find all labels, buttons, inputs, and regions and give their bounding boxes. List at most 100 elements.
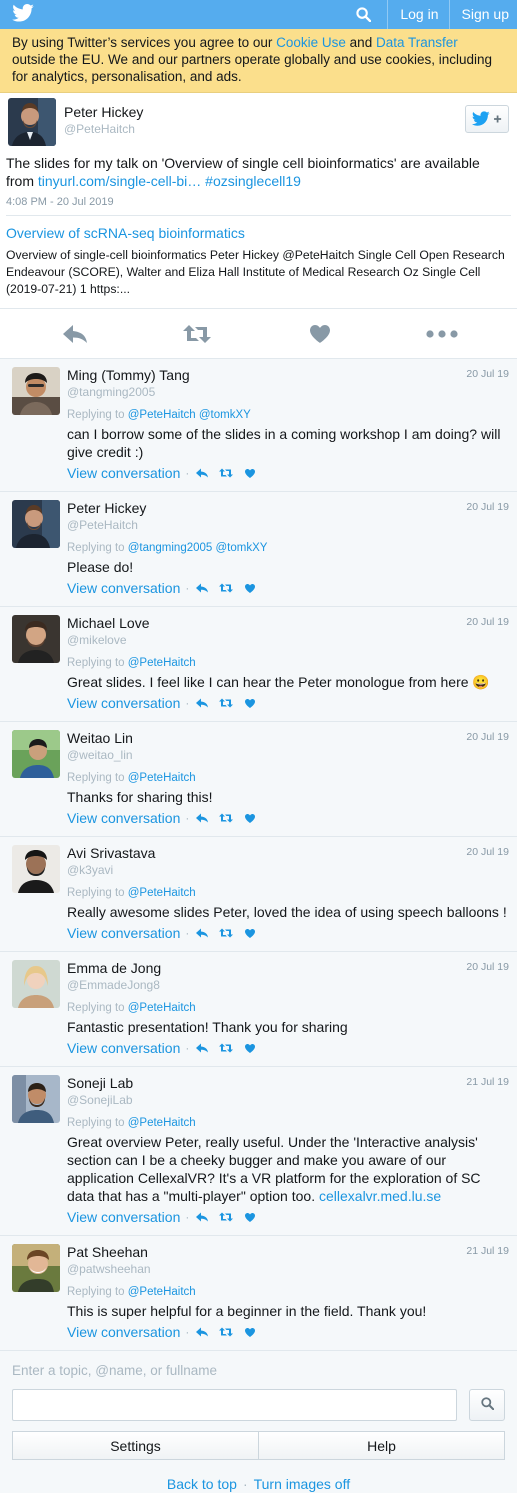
search-input[interactable] — [12, 1389, 457, 1421]
replying-to-link[interactable]: @PeteHaitch — [128, 1117, 196, 1129]
reply-icon[interactable] — [194, 581, 210, 595]
avatar[interactable] — [12, 615, 60, 663]
reply-tweet[interactable]: Weitao Lin @weitao_lin Replying to @Pete… — [0, 722, 517, 837]
avatar[interactable] — [12, 730, 60, 778]
reply-author-handle[interactable]: @mikelove — [67, 632, 509, 648]
like-icon[interactable] — [242, 926, 258, 940]
reply-author-name[interactable]: Pat Sheehan — [67, 1244, 509, 1261]
view-conversation-link[interactable]: View conversation — [67, 465, 180, 481]
replying-to-link[interactable]: @PeteHaitch — [128, 1002, 196, 1014]
view-conversation-link[interactable]: View conversation — [67, 1209, 180, 1225]
settings-button[interactable]: Settings — [12, 1431, 259, 1460]
retweet-icon[interactable] — [177, 319, 217, 349]
avatar[interactable] — [8, 98, 56, 146]
view-conversation-link[interactable]: View conversation — [67, 1324, 180, 1340]
replying-to-link[interactable]: @PeteHaitch @tomkXY — [128, 409, 251, 421]
divider — [448, 0, 450, 29]
retweet-icon[interactable] — [218, 1325, 234, 1339]
reply-author-handle[interactable]: @k3yavi — [67, 862, 509, 878]
reply-tweet[interactable]: Pat Sheehan @patwsheehan Replying to @Pe… — [0, 1236, 517, 1351]
reply-author-handle[interactable]: @EmmadeJong8 — [67, 977, 509, 993]
reply-tweet[interactable]: Soneji Lab @SonejiLab Replying to @PeteH… — [0, 1067, 517, 1236]
retweet-icon[interactable] — [218, 466, 234, 480]
avatar[interactable] — [12, 500, 60, 548]
avatar[interactable] — [12, 1075, 60, 1123]
reply-icon[interactable] — [55, 319, 95, 349]
view-conversation-link[interactable]: View conversation — [67, 810, 180, 826]
reply-author-name[interactable]: Peter Hickey — [67, 500, 509, 517]
view-conversation-link[interactable]: View conversation — [67, 580, 180, 596]
like-icon[interactable] — [242, 466, 258, 480]
like-icon[interactable] — [242, 696, 258, 710]
reply-author-name[interactable]: Weitao Lin — [67, 730, 509, 747]
reply-author-name[interactable]: Avi Srivastava — [67, 845, 509, 862]
twitter-bird-icon[interactable] — [12, 4, 34, 25]
reply-tweet[interactable]: Peter Hickey @PeteHaitch Replying to @ta… — [0, 492, 517, 607]
search-icon[interactable] — [349, 0, 377, 29]
card-title[interactable]: Overview of scRNA-seq bioinformatics — [6, 225, 511, 241]
avatar[interactable] — [12, 367, 60, 415]
reply-text-body: Please do! — [67, 559, 134, 575]
view-conversation-link[interactable]: View conversation — [67, 925, 180, 941]
reply-author-name[interactable]: Michael Love — [67, 615, 509, 632]
reply-tweet[interactable]: Emma de Jong @EmmadeJong8 Replying to @P… — [0, 952, 517, 1067]
reply-link[interactable]: cellexalvr.med.lu.se — [319, 1188, 441, 1204]
like-icon[interactable] — [242, 811, 258, 825]
like-icon[interactable] — [300, 319, 340, 349]
reply-tweet[interactable]: Avi Srivastava @k3yavi Replying to @Pete… — [0, 837, 517, 952]
reply-author-name[interactable]: Soneji Lab — [67, 1075, 509, 1092]
like-icon[interactable] — [242, 1210, 258, 1224]
back-to-top-link[interactable]: Back to top — [167, 1476, 237, 1492]
follow-button[interactable] — [465, 105, 509, 133]
reply-tweet[interactable]: Ming (Tommy) Tang @tangming2005 Replying… — [0, 359, 517, 492]
retweet-icon[interactable] — [218, 581, 234, 595]
author-handle[interactable]: @PeteHaitch — [64, 122, 465, 136]
more-icon[interactable] — [422, 319, 462, 349]
replying-to-link[interactable]: @PeteHaitch — [128, 772, 196, 784]
replying-to-link[interactable]: @PeteHaitch — [128, 1286, 196, 1298]
link-card[interactable]: Overview of scRNA-seq bioinformatics Ove… — [0, 216, 517, 308]
reply-tweet[interactable]: Michael Love @mikelove Replying to @Pete… — [0, 607, 517, 722]
retweet-icon[interactable] — [218, 811, 234, 825]
cookie-use-link[interactable]: Cookie Use — [276, 35, 346, 50]
replying-to-link[interactable]: @PeteHaitch — [128, 657, 196, 669]
hashtag-link[interactable]: #ozsinglecell19 — [205, 173, 301, 189]
like-icon[interactable] — [242, 581, 258, 595]
tweet-timestamp[interactable]: 4:08 PM - 20 Jul 2019 — [6, 190, 511, 216]
author-name[interactable]: Peter Hickey — [64, 104, 465, 120]
avatar[interactable] — [12, 845, 60, 893]
retweet-icon[interactable] — [218, 1041, 234, 1055]
reply-icon[interactable] — [194, 811, 210, 825]
retweet-icon[interactable] — [218, 1210, 234, 1224]
retweet-icon[interactable] — [218, 696, 234, 710]
avatar[interactable] — [12, 960, 60, 1008]
view-conversation-link[interactable]: View conversation — [67, 695, 180, 711]
reply-author-name[interactable]: Ming (Tommy) Tang — [67, 367, 509, 384]
turn-images-off-link[interactable]: Turn images off — [254, 1476, 351, 1492]
tweet-url-link[interactable]: tinyurl.com/single-cell-bi… — [38, 173, 201, 189]
data-transfer-link[interactable]: Data Transfer — [376, 35, 458, 50]
reply-icon[interactable] — [194, 1041, 210, 1055]
view-conversation-link[interactable]: View conversation — [67, 1040, 180, 1056]
help-button[interactable]: Help — [259, 1431, 505, 1460]
avatar[interactable] — [12, 1244, 60, 1292]
reply-icon[interactable] — [194, 466, 210, 480]
signup-link[interactable]: Sign up — [462, 0, 509, 29]
login-link[interactable]: Log in — [400, 0, 438, 29]
reply-author-handle[interactable]: @patwsheehan — [67, 1261, 509, 1277]
reply-icon[interactable] — [194, 1325, 210, 1339]
replying-to-link[interactable]: @PeteHaitch — [128, 887, 196, 899]
reply-author-handle[interactable]: @tangming2005 — [67, 384, 509, 400]
retweet-icon[interactable] — [218, 926, 234, 940]
search-button[interactable] — [469, 1389, 505, 1421]
reply-icon[interactable] — [194, 1210, 210, 1224]
replying-to-link[interactable]: @tangming2005 @tomkXY — [128, 542, 268, 554]
like-icon[interactable] — [242, 1325, 258, 1339]
reply-author-handle[interactable]: @PeteHaitch — [67, 517, 509, 533]
like-icon[interactable] — [242, 1041, 258, 1055]
reply-author-handle[interactable]: @weitao_lin — [67, 747, 509, 763]
reply-icon[interactable] — [194, 696, 210, 710]
reply-author-handle[interactable]: @SonejiLab — [67, 1092, 509, 1108]
reply-author-name[interactable]: Emma de Jong — [67, 960, 509, 977]
reply-icon[interactable] — [194, 926, 210, 940]
